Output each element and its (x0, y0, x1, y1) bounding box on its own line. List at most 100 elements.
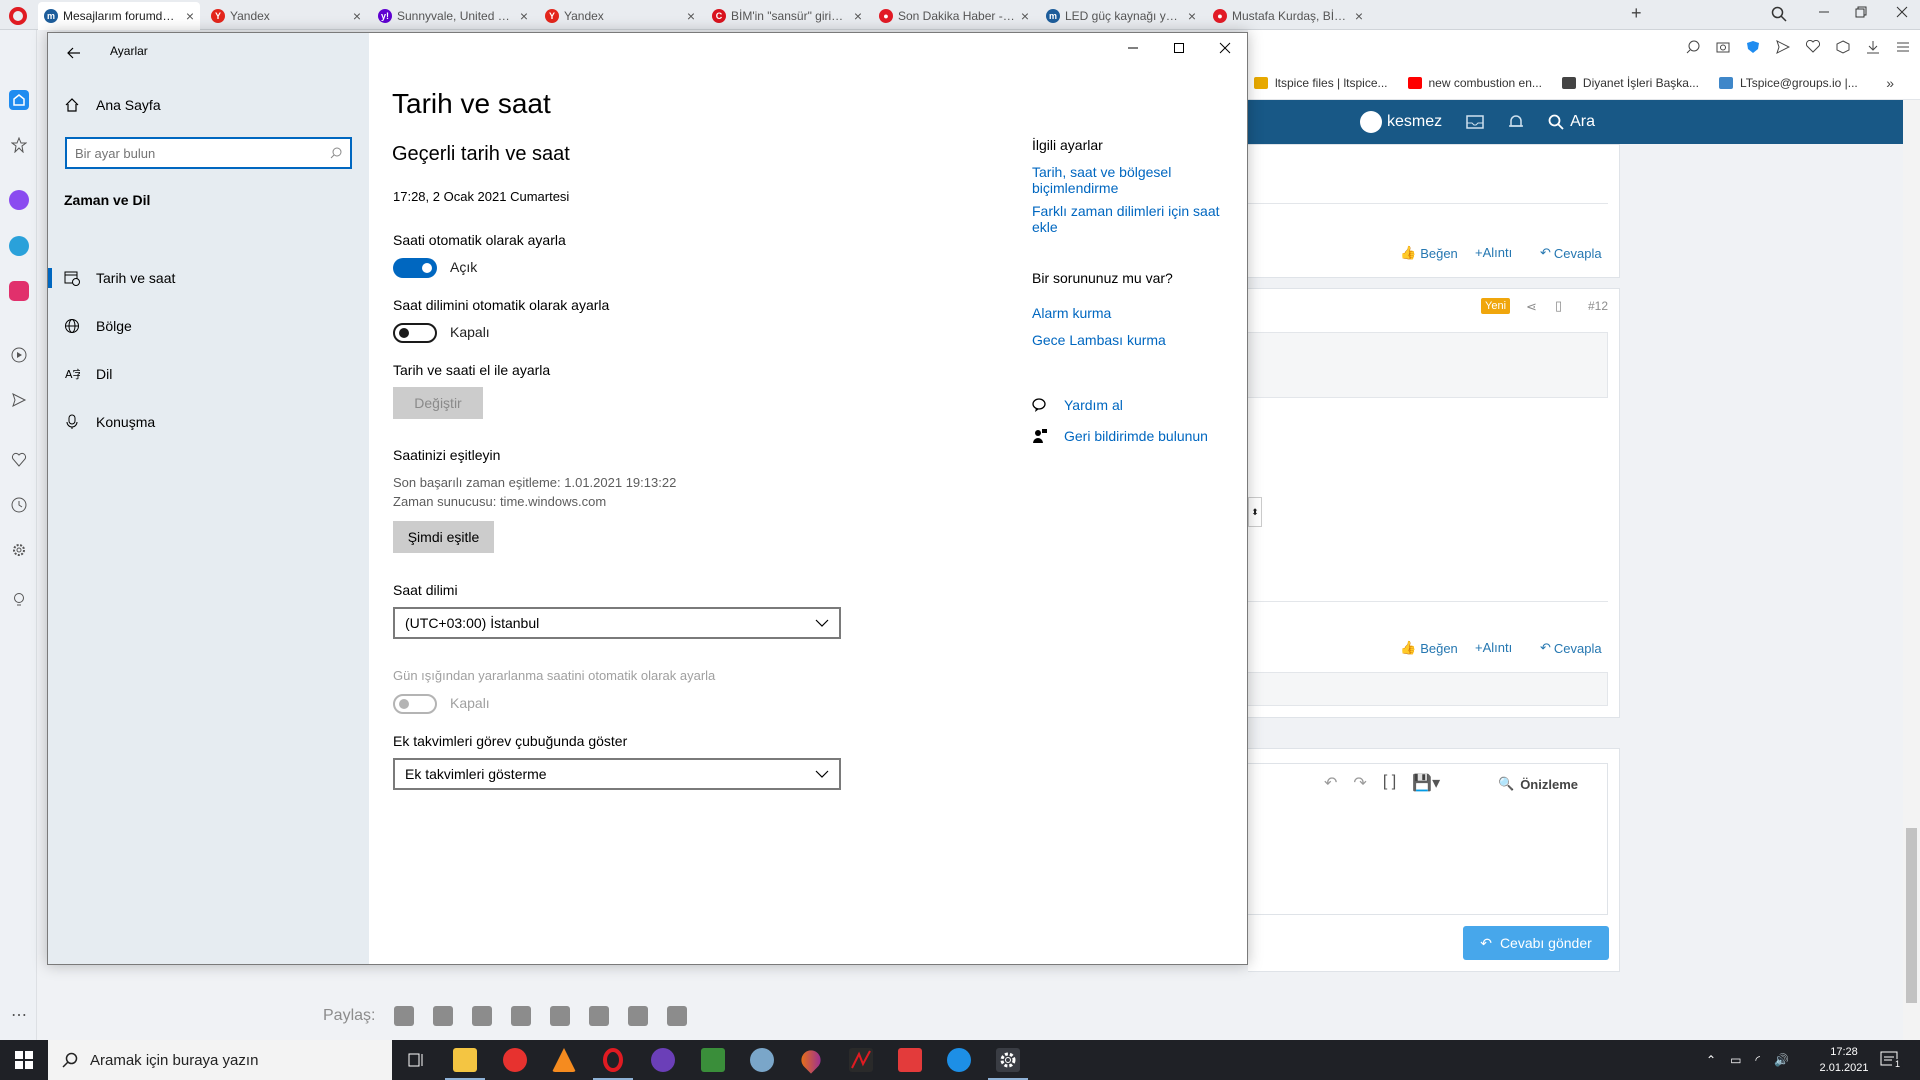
browser-tab[interactable]: ● Son Dakika Haber - Milli Gaz × (873, 2, 1035, 30)
lens-icon[interactable] (1686, 40, 1700, 54)
reply-button[interactable]: ↶ Cevapla (1540, 245, 1602, 261)
wifi-icon[interactable]: ◜ (1755, 1053, 1760, 1067)
settings-gear-icon[interactable] (9, 540, 29, 560)
home-nav-item[interactable]: Ana Sayfa (64, 97, 161, 113)
more-icon[interactable]: ⋯ (9, 1005, 29, 1025)
browser-tab[interactable]: Y Yandex × (539, 2, 701, 30)
send-reply-button[interactable]: ↶ Cevabı gönder (1463, 926, 1609, 960)
anydesk-icon[interactable] (898, 1048, 922, 1072)
like-button[interactable]: 👍 Beğen (1400, 640, 1458, 656)
opera-taskbar-icon[interactable] (593, 1048, 633, 1080)
telegram-icon[interactable] (9, 236, 29, 256)
alerts-bell-icon[interactable] (1508, 114, 1524, 130)
tray-overflow-icon[interactable]: ⌃ (1706, 1053, 1716, 1067)
lightbulb-icon[interactable] (9, 590, 29, 610)
tab-close-icon[interactable]: × (1355, 8, 1363, 24)
tab-close-icon[interactable]: × (854, 8, 862, 24)
browser-tab[interactable]: y! Sunnyvale, United States - × (372, 2, 534, 30)
browser-tab[interactable]: ● Mustafa Kurdaş, BİM'in san × (1207, 2, 1369, 30)
get-help-link[interactable]: Yardım al (1032, 397, 1123, 413)
back-button[interactable] (60, 41, 88, 65)
pinterest-icon[interactable] (511, 1006, 532, 1026)
instagram-icon[interactable] (9, 281, 29, 301)
bookmark-post-icon[interactable]: ▯ (1555, 298, 1562, 314)
reply-button[interactable]: ↶ Cevapla (1540, 640, 1602, 656)
news-icon[interactable] (9, 135, 29, 155)
vlc-icon[interactable] (552, 1048, 576, 1072)
new-tab-button[interactable]: + (1631, 3, 1642, 24)
link-alarms[interactable]: Alarm kurma (1032, 305, 1111, 321)
post-number[interactable]: #12 (1588, 299, 1608, 313)
opera-logo-icon[interactable] (9, 7, 27, 25)
history-icon[interactable] (9, 495, 29, 515)
nav-item-date-time[interactable]: Tarih ve saat (48, 258, 369, 298)
quote-button[interactable]: +Alıntı (1475, 245, 1512, 260)
tab-close-icon[interactable]: × (1188, 8, 1196, 24)
feedback-link[interactable]: Geri bildirimde bulunun (1032, 428, 1208, 444)
quote-button[interactable]: +Alıntı (1475, 640, 1512, 655)
browser-close-button[interactable] (1896, 6, 1908, 18)
link-regional-format[interactable]: Tarih, saat ve bölgesel biçimlendirme (1032, 164, 1247, 196)
tab-close-icon[interactable]: × (353, 8, 361, 24)
facebook-icon[interactable] (394, 1006, 415, 1026)
favorite-heart-icon[interactable] (1806, 40, 1820, 54)
timezone-select[interactable]: (UTC+03:00) İstanbul (393, 607, 841, 639)
start-button[interactable] (0, 1040, 48, 1080)
send-icon[interactable] (9, 390, 29, 410)
notifications-icon[interactable]: 1 (1880, 1050, 1903, 1070)
expand-toggle-icon[interactable]: ⬍ (1248, 497, 1262, 527)
taskbar-clock[interactable]: 17:28 2.01.2021 (1812, 1044, 1876, 1076)
link-night-light[interactable]: Gece Lambası kurma (1032, 332, 1166, 348)
dst-toggle[interactable] (393, 694, 437, 714)
browser-minimize-button[interactable] (1818, 6, 1830, 18)
bookmark-item[interactable]: LTspice@groups.io |... (1718, 76, 1858, 90)
link-add-clocks[interactable]: Farklı zaman dilimleri için saat ekle (1032, 203, 1247, 235)
player-icon[interactable] (9, 345, 29, 365)
task-view-icon[interactable] (404, 1048, 428, 1072)
color-app-icon[interactable] (797, 1046, 825, 1074)
screenshot-app-icon[interactable] (503, 1048, 527, 1072)
redo-icon[interactable]: ↷ (1353, 773, 1366, 793)
like-button[interactable]: 👍 Beğen (1400, 245, 1458, 261)
save-draft-icon[interactable]: 💾▾ (1412, 773, 1440, 793)
sync-now-button[interactable]: Şimdi eşitle (393, 521, 494, 553)
paint-icon[interactable] (750, 1048, 774, 1072)
scrollbar-thumb[interactable] (1906, 828, 1917, 1003)
inbox-icon[interactable] (1466, 115, 1484, 129)
link-icon[interactable] (667, 1006, 688, 1026)
settings-search-input[interactable] (75, 145, 330, 161)
ltspice-icon[interactable] (849, 1048, 873, 1072)
browser-tab[interactable]: C BİM'in "sansür" girişimi ifşa × (706, 2, 868, 30)
bookmark-item[interactable]: new combustion en... (1407, 76, 1542, 90)
auto-time-toggle[interactable] (393, 258, 437, 278)
messenger-icon[interactable] (9, 190, 29, 210)
tor-browser-icon[interactable] (651, 1048, 675, 1072)
camera-icon[interactable] (1716, 40, 1730, 54)
tab-close-icon[interactable]: × (687, 8, 695, 24)
change-button[interactable]: Değiştir (393, 387, 483, 419)
file-explorer-icon[interactable] (445, 1048, 485, 1080)
tumblr-icon[interactable] (550, 1006, 571, 1026)
email-icon[interactable] (628, 1006, 649, 1026)
browser-restore-button[interactable] (1855, 6, 1867, 18)
whatsapp-icon[interactable] (589, 1006, 610, 1026)
settings-search[interactable] (65, 137, 352, 169)
bookmark-item[interactable]: ltspice files | ltspice... (1254, 76, 1388, 90)
tab-close-icon[interactable]: × (186, 8, 194, 24)
settings-taskbar-icon[interactable] (988, 1048, 1028, 1080)
bookmarks-overflow-icon[interactable]: » (1886, 75, 1894, 91)
search-tabs-icon[interactable] (1771, 6, 1787, 22)
tab-close-icon[interactable]: × (1021, 8, 1029, 24)
volume-icon[interactable]: 🔊 (1774, 1053, 1789, 1067)
send-toolbar-icon[interactable] (1776, 40, 1790, 54)
bookmark-item[interactable]: Diyanet İşleri Başka... (1561, 76, 1699, 90)
taskbar-search[interactable]: Aramak için buraya yazın (48, 1040, 392, 1080)
battery-icon[interactable]: ▭ (1730, 1053, 1741, 1067)
calendars-select[interactable]: Ek takvimleri gösterme (393, 758, 841, 790)
browser-tab[interactable]: m LED güç kaynağı yapamam × (1040, 2, 1202, 30)
auto-timezone-toggle[interactable] (393, 323, 437, 343)
tab-close-icon[interactable]: × (520, 8, 528, 24)
menu-lines-icon[interactable] (1896, 40, 1910, 54)
forum-search-button[interactable]: Ara (1548, 113, 1595, 131)
twitter-icon[interactable] (433, 1006, 454, 1026)
